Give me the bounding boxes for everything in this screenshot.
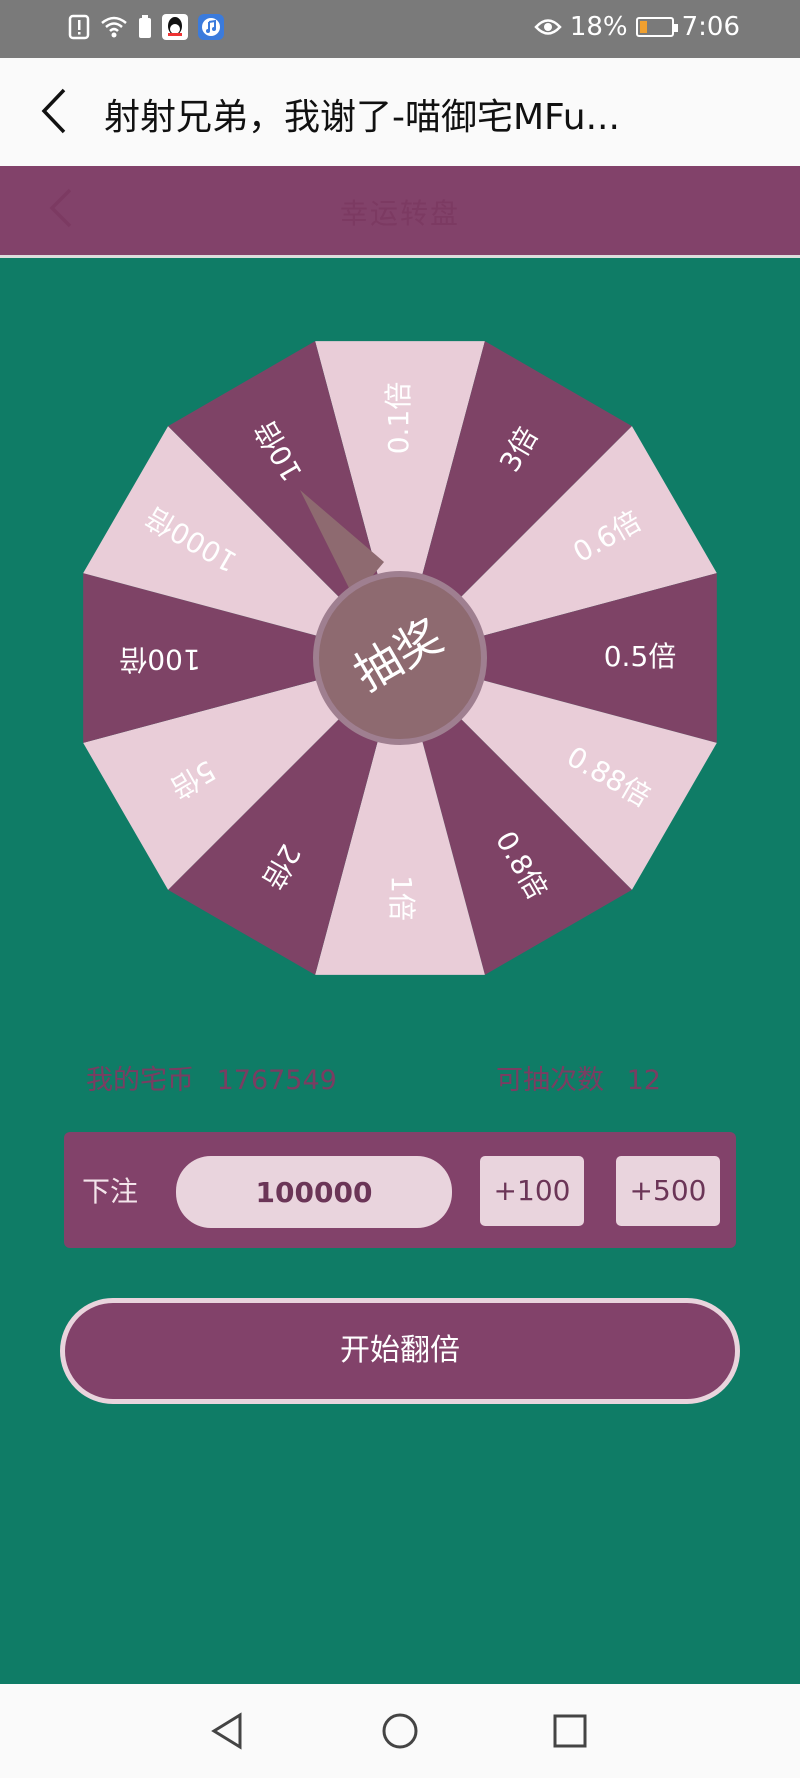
wheel-svg: 0.1倍 3倍0.6倍0.5倍0.88倍0.8倍1倍2倍5倍100倍1000倍10… xyxy=(83,341,717,975)
add-100-button[interactable]: +100 xyxy=(480,1156,584,1226)
qq-icon xyxy=(162,14,188,40)
status-time: 7:06 xyxy=(681,12,740,42)
wifi-icon xyxy=(101,16,127,38)
coins-value: 1767549 xyxy=(216,1065,337,1096)
start-button[interactable]: 开始翻倍 xyxy=(60,1298,740,1404)
battery-icon xyxy=(635,17,678,37)
prize-wheel: 0.1倍 3倍 0.6倍 0.5倍 0.88倍 0.8倍 1倍 2倍 5倍 100倍 1000倍 10… xyxy=(72,330,728,986)
add-500-button[interactable]: +500 xyxy=(616,1156,720,1226)
status-bar: 18% 7:06 xyxy=(0,0,800,58)
battery-small-icon xyxy=(139,15,151,38)
alert-icon xyxy=(68,14,90,40)
browser-header: 射射兄弟，我谢了-喵御宅MFu... xyxy=(0,58,800,166)
draws-label: 可抽次数 xyxy=(496,1065,604,1096)
back-arrow-icon[interactable] xyxy=(32,86,82,136)
music-icon xyxy=(198,14,224,40)
nav-back-icon[interactable] xyxy=(206,1709,250,1753)
info-row: 我的宅币 1767549 可抽次数 12 xyxy=(0,1058,800,1098)
coins-info: 我的宅币 1767549 xyxy=(86,1058,337,1097)
wheel-segment-label: 100倍 xyxy=(119,643,200,676)
draws-value: 12 xyxy=(626,1065,661,1096)
eye-icon xyxy=(534,19,562,35)
wheel-segment-label: 1倍 xyxy=(385,875,418,921)
wheel-segment-label: 0.1倍 xyxy=(382,382,415,455)
bet-label: 下注 xyxy=(82,1175,139,1208)
nav-home-icon[interactable] xyxy=(378,1709,422,1753)
app-header: 幸运转盘 xyxy=(0,166,800,258)
bet-input[interactable] xyxy=(176,1156,452,1228)
battery-percent: 18% xyxy=(569,12,628,42)
page-title: 射射兄弟，我谢了-喵御宅MFu... xyxy=(104,97,620,138)
status-right: 18% 7:06 xyxy=(534,12,740,42)
app-title: 幸运转盘 xyxy=(339,197,460,230)
nav-recent-icon[interactable] xyxy=(548,1709,592,1753)
wheel-segment-label: 0.5倍 xyxy=(604,640,677,673)
draws-info: 可抽次数 12 xyxy=(496,1058,661,1097)
status-left-icons xyxy=(68,14,224,40)
bet-panel: 下注 +100 +500 xyxy=(64,1132,736,1248)
coins-label: 我的宅币 xyxy=(86,1065,194,1096)
system-nav-bar xyxy=(0,1684,800,1778)
